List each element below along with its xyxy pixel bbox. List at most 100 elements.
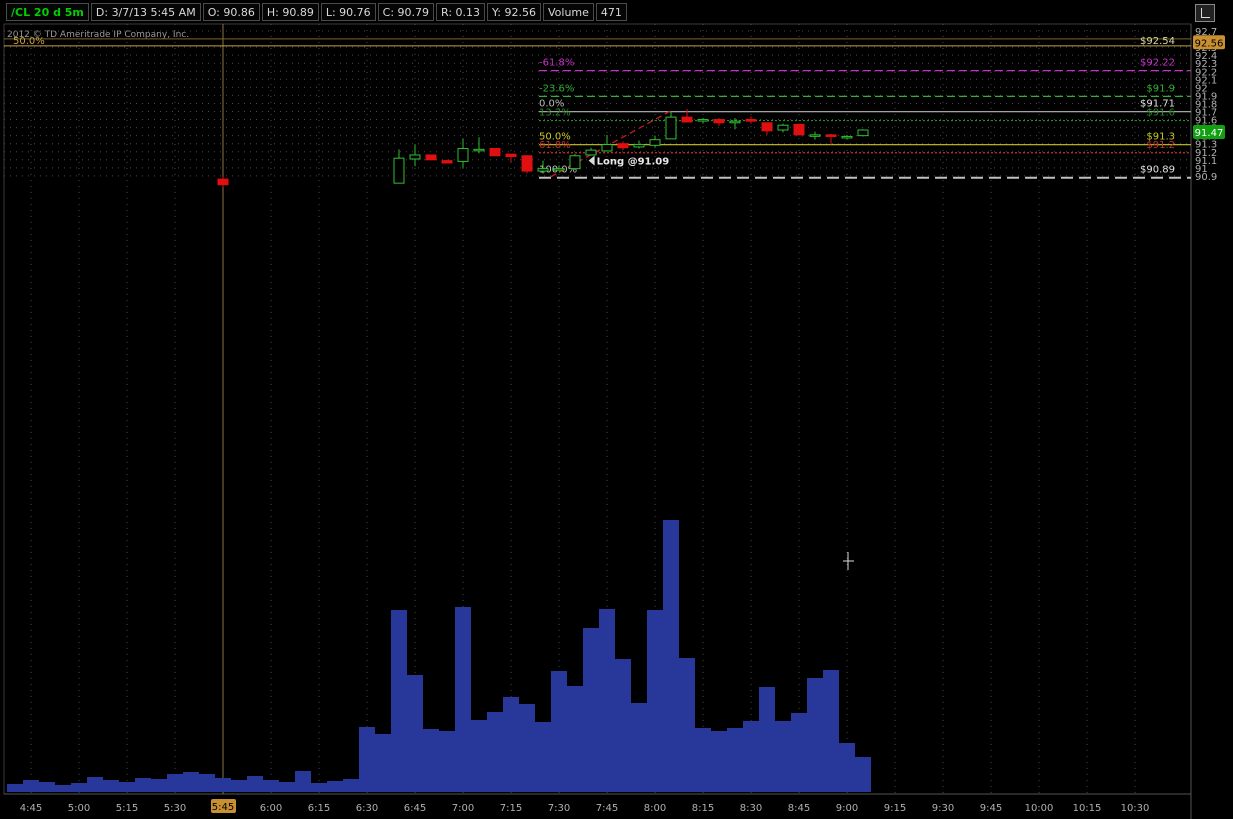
volume-bar: [727, 728, 743, 792]
volume-bar: [119, 782, 135, 792]
candle-body-down: [745, 119, 757, 122]
x-tick-label: 7:15: [500, 803, 522, 814]
candle-body-up: [473, 148, 485, 152]
fib-level-price-label: $91.2: [1146, 140, 1175, 151]
last-price-marker-label: 91.47: [1195, 128, 1224, 139]
volume-bar: [71, 783, 87, 792]
volume-bar: [423, 729, 439, 792]
candle-body-up: [457, 148, 469, 162]
x-tick-label: 7:00: [452, 803, 474, 814]
x-tick-label: 9:00: [836, 803, 858, 814]
volume-bar: [583, 628, 599, 792]
long-entry-label: Long @91.09: [597, 157, 670, 168]
x-tick-label: 8:15: [692, 803, 714, 814]
x-tick-label: 6:15: [308, 803, 330, 814]
volume-bar: [439, 731, 455, 792]
volume-bar: [7, 784, 23, 792]
x-tick-label: 7:30: [548, 803, 570, 814]
x-tick-label: 9:30: [932, 803, 954, 814]
candle-body-up: [729, 120, 741, 124]
fib-level-price-label: $90.89: [1140, 165, 1175, 176]
candle-body-up: [633, 144, 645, 148]
annotations: Long @91.09: [588, 155, 670, 168]
y-tick-label: 90.9: [1195, 172, 1217, 183]
volume-bar: [247, 776, 263, 792]
volume-bar: [407, 675, 423, 792]
candle-body-up: [665, 116, 677, 140]
x-tick-label: 6:45: [404, 803, 426, 814]
candle-body-up: [601, 144, 613, 152]
volume-bar: [39, 782, 55, 792]
fib-level-label: -23.6%: [539, 83, 574, 94]
candle-body-up: [809, 134, 821, 137]
volume-bar: [263, 780, 279, 792]
volume-bar: [215, 778, 231, 792]
candle-body-down: [425, 154, 437, 161]
candle-body-up: [409, 154, 421, 160]
candle-body-up: [569, 155, 581, 170]
candle-body-down: [217, 178, 229, 186]
volume-bar: [855, 757, 871, 792]
volume-bar: [311, 783, 327, 792]
x-tick-label: 4:45: [20, 803, 42, 814]
candle-body-up: [841, 135, 853, 139]
x-tick-label: 6:00: [260, 803, 282, 814]
volume-bar: [807, 678, 823, 792]
volume-bar: [631, 703, 647, 792]
volume-bar: [647, 610, 663, 792]
x-tick-label: 10:00: [1025, 803, 1054, 814]
volume-bar: [231, 780, 247, 792]
volume-bar: [743, 721, 759, 792]
x-tick-label: 10:30: [1121, 803, 1150, 814]
candle-body-down: [793, 123, 805, 136]
fib-level-price-label: $92.22: [1140, 58, 1175, 69]
volume-bar: [775, 721, 791, 792]
volume-bar: [327, 781, 343, 792]
candle-body-up: [537, 168, 549, 172]
candle-body-down: [713, 119, 725, 124]
fib-level-price-label: $91.6: [1146, 108, 1175, 119]
x-tick-label: 8:00: [644, 803, 666, 814]
candle-body-down: [521, 155, 533, 172]
fib-level-label: 13.2%: [539, 108, 571, 119]
volume-bar: [135, 778, 151, 792]
top-level-price-label: $92.54: [1140, 36, 1175, 47]
volume-bar: [599, 609, 615, 792]
volume-bar: [391, 610, 407, 792]
volume-bar: [183, 772, 199, 792]
x-tick-label: 9:45: [980, 803, 1002, 814]
candle-body-up: [585, 149, 597, 156]
top-level-label: 50.0%: [13, 36, 45, 47]
volume-bar: [55, 785, 71, 792]
volume-bar: [151, 779, 167, 792]
volume-bar: [471, 720, 487, 792]
volume-bar: [279, 782, 295, 792]
volume-bar: [359, 727, 375, 792]
volume-bar: [551, 671, 567, 792]
volume-bar: [503, 697, 519, 792]
volume-bar: [167, 774, 183, 792]
candle-body-up: [857, 129, 869, 137]
x-tick-label: 9:15: [884, 803, 906, 814]
candle-body-down: [681, 116, 693, 123]
x-tick-label: 5:30: [164, 803, 186, 814]
cursor-time-label: 5:45: [212, 802, 234, 813]
candle-body-up: [553, 168, 565, 171]
fib-level-label: -61.8%: [539, 58, 574, 69]
candle-body-down: [825, 134, 837, 137]
volume-bar: [487, 712, 503, 792]
x-tick-label: 8:45: [788, 803, 810, 814]
x-tick-label: 8:30: [740, 803, 762, 814]
volume-bar: [679, 658, 695, 792]
volume-bar: [23, 780, 39, 792]
volume-bar: [759, 687, 775, 792]
volume-bar: [199, 774, 215, 792]
volume-bar: [839, 743, 855, 792]
candle-body-up: [697, 119, 709, 122]
volume-bar: [295, 771, 311, 792]
price-chart[interactable]: 50.0% $92.54-61.8% $92.22-23.6% $91.90.0% $9…: [0, 0, 1233, 819]
x-tick-label: 10:15: [1073, 803, 1102, 814]
fib-level-label: 61.8%: [539, 140, 571, 151]
candle-body-up: [393, 157, 405, 184]
y-price-marker-label: 92.56: [1195, 38, 1224, 49]
